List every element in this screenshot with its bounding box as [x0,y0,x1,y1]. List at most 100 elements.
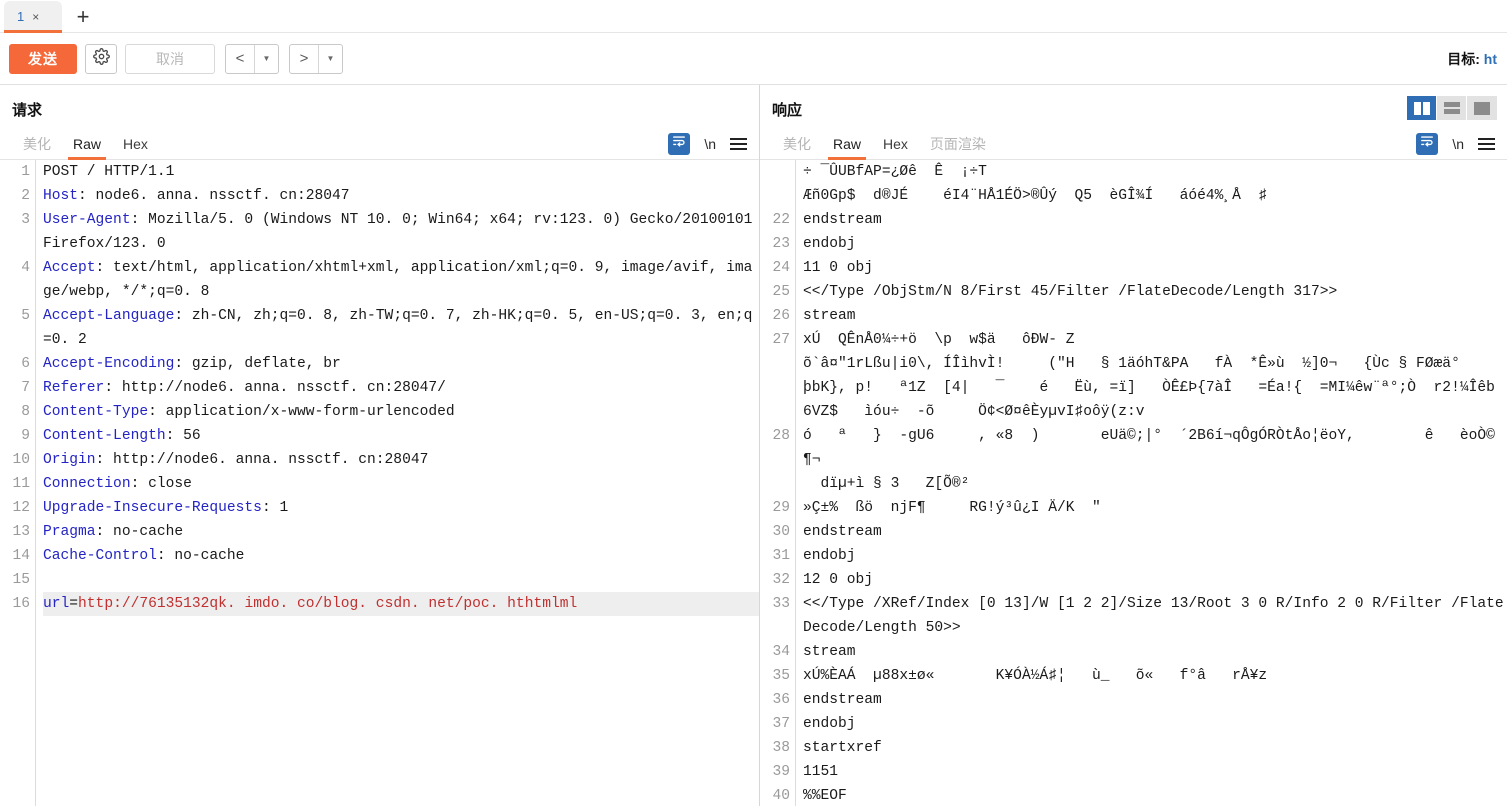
settings-button[interactable] [85,43,117,74]
tab-request-raw[interactable]: Raw [62,128,112,160]
line-number: 3 [21,212,30,228]
code-line: Referer: http://node6. anna. nssctf. cn:… [43,376,759,400]
layout-single-view-button[interactable] [1467,96,1497,120]
layout-stacked-view-button[interactable] [1437,96,1467,120]
line-number: 30 [772,524,790,540]
code-line: url=http://76135132qk. imdo. co/blog. cs… [43,592,759,616]
request-tab-bar: 美化 Raw Hex \n [0,128,759,160]
response-code-content[interactable]: ÷ ¯ÛUBfAP=¿Øê Ê ¡÷T Æñ0Gp$ d®JÉ éI4¨HÅ1ÉÖ… [796,160,1507,806]
line-number: 8 [21,404,30,420]
code-segment: : close [130,476,192,492]
code-line: endobj [803,544,1507,568]
code-line: endstream [803,208,1507,232]
send-button[interactable]: 发送 [9,43,77,74]
code-line: Upgrade-Insecure-Requests: 1 [43,496,759,520]
code-segment: Content-Length [43,428,166,444]
tab-response-beautify[interactable]: 美化 [772,128,822,159]
menu-icon-bar [1478,137,1495,140]
code-segment: Content-Type [43,404,149,420]
code-line: startxref [803,736,1507,760]
target-prefix: 目标: [1447,50,1484,67]
line-number [760,160,790,184]
code-segment: ÷ ¯ÛUBfAP=¿Øê Ê ¡÷T [803,164,987,180]
code-line: stream [803,640,1507,664]
line-number: 24 [772,260,790,276]
code-line: endstream [803,688,1507,712]
code-segment: endstream [803,692,882,708]
code-segment: stream [803,644,856,660]
add-tab-button[interactable]: + [66,1,100,32]
code-line: endstream [803,520,1507,544]
code-segment: : Mozilla/5. 0 (Windows NT 10. 0; Win64;… [43,212,753,252]
code-segment: Accept [43,260,96,276]
code-segment: Accept-Language [43,308,175,324]
code-segment: : gzip, deflate, br [174,356,341,372]
response-tab-tools: \n [1416,128,1507,159]
request-word-wrap-button[interactable] [668,132,691,155]
code-segment: Upgrade-Insecure-Requests [43,500,262,516]
line-number: 28 [772,428,790,444]
line-number: 39 [772,764,790,780]
code-line: 12 0 obj [803,568,1507,592]
code-segment: %%EOF [803,788,847,804]
code-line: <</Type /ObjStm/N 8/First 45/Filter /Fla… [803,280,1507,304]
chevron-down-icon[interactable]: ▼ [318,44,342,73]
code-segment: endobj [803,548,856,564]
response-menu-button[interactable] [1478,135,1495,153]
response-line-numbers: 22 23 24 25 26 27 28 29 30 31 32 33 34 35 36 37 38 39 40 [760,160,796,806]
code-line: Origin: http://node6. anna. nssctf. cn:2… [43,448,759,472]
line-number: 37 [772,716,790,732]
word-wrap-icon [1420,134,1434,153]
code-line: Accept-Encoding: gzip, deflate, br [43,352,759,376]
code-line: ó ª } -gU6 , «8 ) eUä©;|° ´2B6í¬qÔgÓRÒtÅ… [803,424,1507,496]
next-request-button[interactable]: > ▼ [289,43,343,74]
target-label: 目标: ht [1447,49,1497,69]
code-segment: : text/html, application/xhtml+xml, appl… [43,260,753,300]
response-newline-toggle[interactable]: \n [1452,136,1464,152]
code-segment: endobj [803,236,856,252]
close-icon[interactable]: × [32,11,39,23]
chevron-down-icon[interactable]: ▼ [254,44,278,73]
window-tab-1[interactable]: 1 × [4,1,62,33]
layout-split-view-button[interactable] [1407,96,1437,120]
code-segment: : no-cache [95,524,184,540]
code-line: <</Type /XRef/Index [0 13]/W [1 2 2]/Siz… [803,592,1507,640]
code-line: Host: node6. anna. nssctf. cn:28047 [43,184,759,208]
tab-response-page-render[interactable]: 页面渲染 [919,128,997,159]
code-line: xÚ%ÈAÁ µ88x±ø« K¥ÓÀ½Á♯¦ ù_ õ« f°â rÅ¥z [803,664,1507,688]
request-newline-toggle[interactable]: \n [704,136,716,152]
request-code-content[interactable]: POST / HTTP/1.1 Host: node6. anna. nssctf… [36,160,759,806]
tab-response-raw[interactable]: Raw [822,128,872,160]
response-word-wrap-button[interactable] [1416,132,1439,155]
code-segment: : http://node6. anna. nssctf. cn:28047/ [104,380,446,396]
request-menu-button[interactable] [730,135,747,153]
line-number: 9 [21,428,30,444]
tab-request-beautify[interactable]: 美化 [12,128,62,159]
code-segment: startxref [803,740,882,756]
code-line: Pragma: no-cache [43,520,759,544]
code-segment: Accept-Encoding [43,356,175,372]
request-editor[interactable]: 1 2 3 4 5 6 7 8 9 10 11 12 13 14 15 16 POST / HTTP/1.1 H… [0,160,759,806]
code-segment: xÚ%ÈAÁ µ88x±ø« K¥ÓÀ½Á♯¦ ù_ õ« f°â rÅ¥z [803,668,1268,684]
code-segment: Referer [43,380,105,396]
tab-response-hex[interactable]: Hex [872,128,919,159]
cancel-button[interactable]: 取消 [125,43,215,74]
code-segment: : 56 [165,428,201,444]
response-tab-bar: 美化 Raw Hex 页面渲染 \n [760,128,1507,160]
code-segment: : application/x-www-form-urlencoded [148,404,455,420]
response-editor[interactable]: 22 23 24 25 26 27 28 29 30 31 32 33 34 35 36 37 38 39 40 ÷… [760,160,1507,806]
single-view-icon [1474,101,1490,115]
line-number: 22 [772,212,790,228]
response-tab-spacer [997,128,1416,159]
line-number: 33 [772,596,790,612]
prev-request-button[interactable]: < ▼ [225,43,279,74]
tab-request-hex[interactable]: Hex [112,128,159,159]
code-segment: ó ª } -gU6 , «8 ) eUä©;|° ´2B6í¬qÔgÓRÒtÅ… [803,428,1495,492]
request-tab-tools: \n [668,128,759,159]
line-number: 14 [12,548,30,564]
code-segment: = [69,596,79,612]
code-line: stream [803,304,1507,328]
code-segment: Origin [43,452,96,468]
code-line: Accept: text/html, application/xhtml+xml… [43,256,759,304]
editor-panes: 请求 美化 Raw Hex \n 1 2 3 4 5 6 7 8 9 10 11… [0,85,1507,806]
